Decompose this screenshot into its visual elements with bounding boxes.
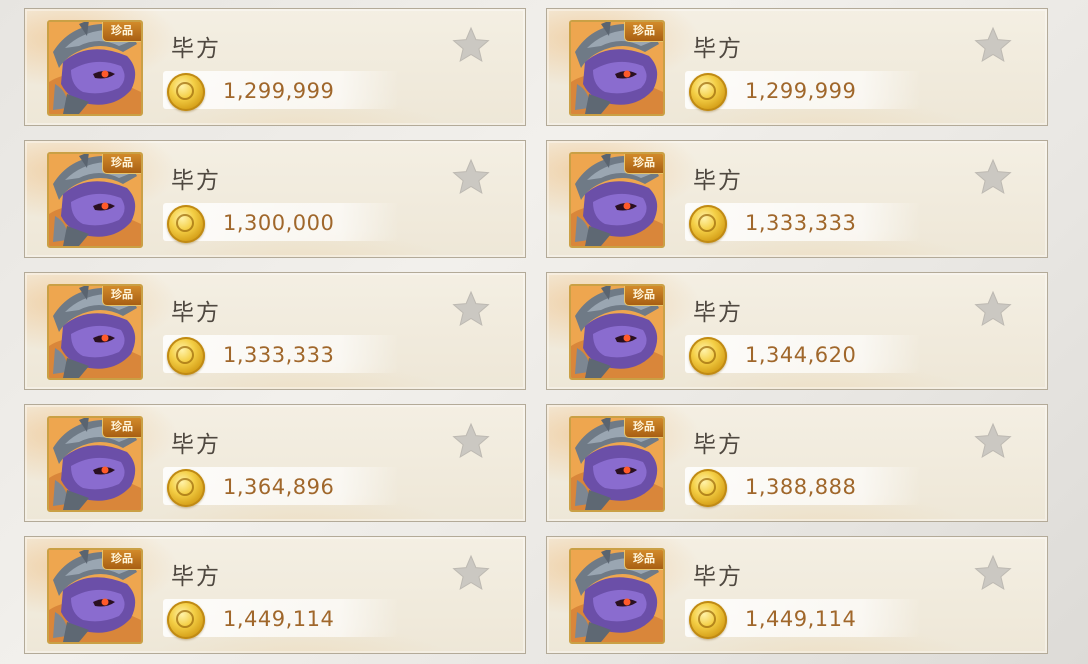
item-name: 毕方 <box>171 36 221 62</box>
listing-card[interactable]: 珍品 毕方 1,344,620 <box>546 272 1048 390</box>
gold-coin-icon <box>689 337 727 375</box>
item-price: 1,364,896 <box>223 475 335 499</box>
gold-coin-icon <box>167 601 205 639</box>
item-price: 1,388,888 <box>745 475 857 499</box>
rarity-badge: 珍品 <box>624 418 663 438</box>
star-icon[interactable] <box>973 25 1013 65</box>
rarity-badge: 珍品 <box>624 550 663 570</box>
rarity-badge: 珍品 <box>102 418 141 438</box>
star-icon[interactable] <box>973 289 1013 329</box>
item-portrait: 珍品 <box>569 416 665 512</box>
gold-coin-icon <box>689 601 727 639</box>
rarity-badge: 珍品 <box>102 22 141 42</box>
star-icon[interactable] <box>973 157 1013 197</box>
star-icon[interactable] <box>973 421 1013 461</box>
item-portrait: 珍品 <box>47 416 143 512</box>
listing-card[interactable]: 珍品 毕方 1,449,114 <box>546 536 1048 654</box>
item-price: 1,449,114 <box>223 607 335 631</box>
gold-coin-icon <box>167 469 205 507</box>
gold-coin-icon <box>689 205 727 243</box>
star-icon[interactable] <box>451 157 491 197</box>
item-portrait: 珍品 <box>569 20 665 116</box>
listing-card[interactable]: 珍品 毕方 1,364,896 <box>24 404 526 522</box>
item-name: 毕方 <box>171 432 221 458</box>
item-name: 毕方 <box>171 564 221 590</box>
listing-card[interactable]: 珍品 毕方 1,299,999 <box>546 8 1048 126</box>
item-portrait: 珍品 <box>569 548 665 644</box>
rarity-badge: 珍品 <box>102 154 141 174</box>
listing-card[interactable]: 珍品 毕方 1,300,000 <box>24 140 526 258</box>
star-icon[interactable] <box>451 25 491 65</box>
item-name: 毕方 <box>693 36 743 62</box>
gold-coin-icon <box>167 73 205 111</box>
item-portrait: 珍品 <box>569 284 665 380</box>
item-portrait: 珍品 <box>47 284 143 380</box>
star-icon[interactable] <box>451 421 491 461</box>
star-icon[interactable] <box>451 289 491 329</box>
rarity-badge: 珍品 <box>102 550 141 570</box>
listing-card[interactable]: 珍品 毕方 1,333,333 <box>546 140 1048 258</box>
listing-grid: 珍品 毕方 1,299,999 珍品 毕方 1,299,999 珍品 毕方 1,… <box>0 0 1088 664</box>
item-price: 1,299,999 <box>223 79 335 103</box>
listing-card[interactable]: 珍品 毕方 1,388,888 <box>546 404 1048 522</box>
item-price: 1,344,620 <box>745 343 857 367</box>
item-price: 1,333,333 <box>223 343 335 367</box>
item-name: 毕方 <box>171 168 221 194</box>
gold-coin-icon <box>689 469 727 507</box>
item-name: 毕方 <box>171 300 221 326</box>
item-name: 毕方 <box>693 300 743 326</box>
gold-coin-icon <box>689 73 727 111</box>
rarity-badge: 珍品 <box>624 22 663 42</box>
listing-card[interactable]: 珍品 毕方 1,449,114 <box>24 536 526 654</box>
item-price: 1,449,114 <box>745 607 857 631</box>
rarity-badge: 珍品 <box>624 154 663 174</box>
rarity-badge: 珍品 <box>102 286 141 306</box>
item-price: 1,300,000 <box>223 211 335 235</box>
gold-coin-icon <box>167 205 205 243</box>
item-price: 1,333,333 <box>745 211 857 235</box>
star-icon[interactable] <box>451 553 491 593</box>
item-price: 1,299,999 <box>745 79 857 103</box>
item-portrait: 珍品 <box>47 548 143 644</box>
gold-coin-icon <box>167 337 205 375</box>
star-icon[interactable] <box>973 553 1013 593</box>
item-name: 毕方 <box>693 168 743 194</box>
listing-card[interactable]: 珍品 毕方 1,299,999 <box>24 8 526 126</box>
listing-card[interactable]: 珍品 毕方 1,333,333 <box>24 272 526 390</box>
item-name: 毕方 <box>693 564 743 590</box>
item-name: 毕方 <box>693 432 743 458</box>
item-portrait: 珍品 <box>47 20 143 116</box>
item-portrait: 珍品 <box>47 152 143 248</box>
rarity-badge: 珍品 <box>624 286 663 306</box>
item-portrait: 珍品 <box>569 152 665 248</box>
